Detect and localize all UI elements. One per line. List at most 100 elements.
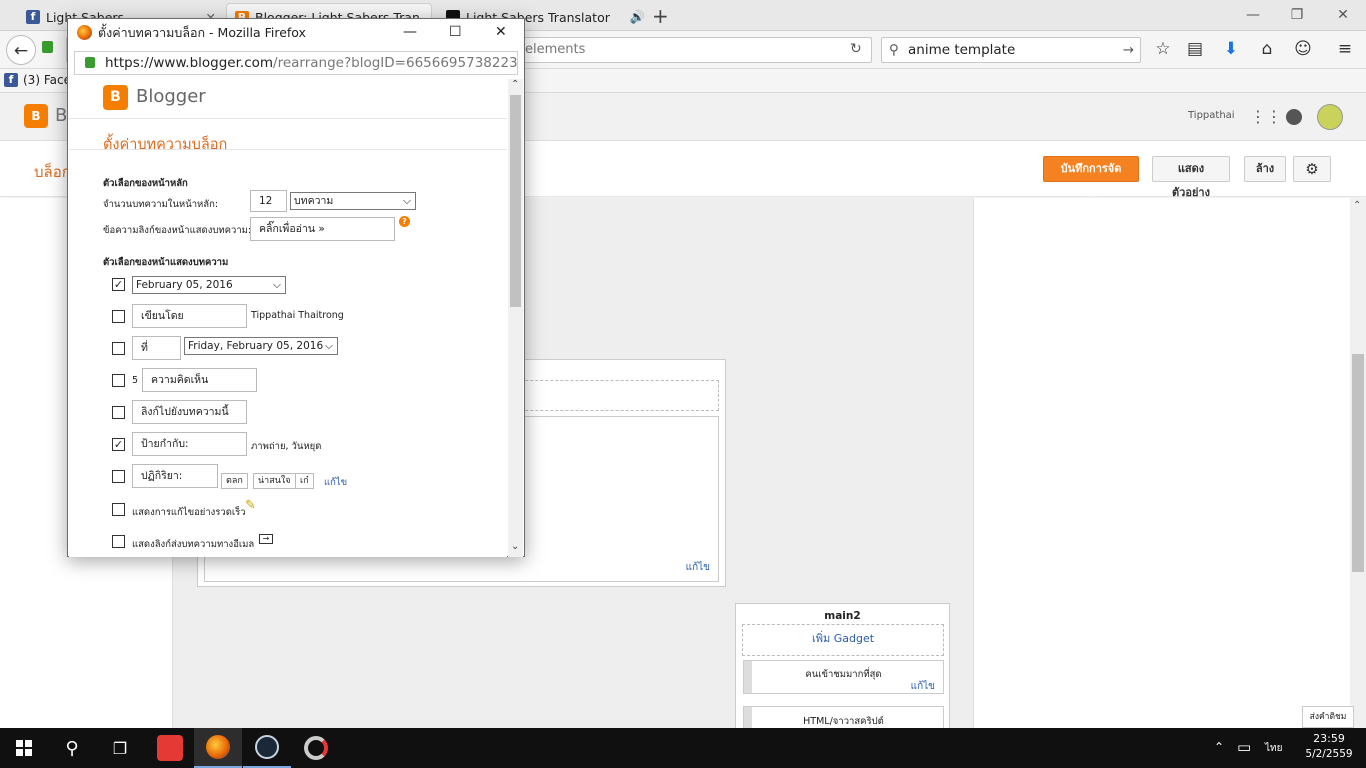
edit-link[interactable]: แก้ไข (686, 560, 710, 575)
section-heading-main: ตัวเลือกของหน้าหลัก (103, 178, 188, 189)
menu-icon[interactable]: ≡ (1330, 34, 1360, 64)
notifications-icon[interactable] (1286, 109, 1302, 125)
date-checkbox[interactable]: ✓ (112, 278, 125, 291)
clock-time[interactable]: 23:59 (1306, 732, 1352, 745)
blogger-logo-text: Blogger (136, 86, 206, 107)
minimize-icon[interactable]: — (1243, 5, 1263, 25)
time-label-input[interactable]: ที่ (132, 336, 181, 360)
back-icon[interactable]: ← (6, 35, 36, 65)
date-format-select[interactable]: February 05, 2016 ⌵ (132, 276, 286, 294)
steam-icon[interactable] (243, 728, 291, 768)
new-tab-icon[interactable]: + (652, 4, 669, 28)
gadget-title: HTML/จาวาสคริปต์ (803, 716, 884, 727)
popup-scrollbar[interactable]: ⌃ ⌄ (508, 79, 523, 557)
chevron-down-icon: ⌵ (273, 279, 281, 291)
search-value: anime template (908, 42, 1016, 58)
blogger-logo-icon[interactable]: B (24, 104, 48, 128)
task-view-icon[interactable]: ❐ (96, 728, 144, 768)
minimize-icon[interactable]: — (403, 19, 417, 46)
firefox-icon (77, 25, 92, 40)
search-input[interactable]: ⚲ anime template → (881, 37, 1141, 63)
settings-popup-window: ตั้งค่าบทความบล็อก - Mozilla Firefox — ☐… (67, 18, 525, 557)
post-link-checkbox[interactable] (112, 406, 125, 419)
popup-titlebar: ตั้งค่าบทความบล็อก - Mozilla Firefox — ☐… (68, 19, 524, 46)
author-checkbox[interactable] (112, 310, 125, 323)
language-indicator[interactable]: ไทย (1265, 741, 1282, 756)
link-text-input[interactable]: คลิ๊กเพื่ออ่าน » (250, 217, 395, 241)
action-center-icon[interactable]: ▭ (1237, 738, 1251, 756)
blog-nav-link[interactable]: บล็อก (34, 160, 71, 184)
author-label-input[interactable]: เขียนโดย (132, 304, 247, 328)
author-name: Tippathai Thaitrong (251, 310, 344, 321)
blogger-logo-icon: B (103, 85, 128, 110)
blogger-logo-text: B (55, 105, 68, 126)
steam-logo (255, 735, 279, 759)
avatar[interactable] (1317, 104, 1343, 130)
close-window-icon[interactable]: ✕ (1333, 5, 1353, 25)
app-tile (157, 735, 183, 761)
clear-button[interactable]: ล้าง (1244, 156, 1286, 182)
firefox-logo (206, 735, 230, 759)
clock-date[interactable]: 5/2/2559 (1300, 748, 1358, 760)
scroll-up-icon[interactable]: ⌃ (511, 79, 519, 90)
scroll-up-icon[interactable]: ⌃ (1353, 200, 1361, 211)
quick-edit-checkbox[interactable] (112, 503, 125, 516)
search-icon[interactable]: ⚲ (48, 728, 96, 768)
gadget-html[interactable]: HTML/จาวาสคริปต์ (743, 706, 944, 730)
search-go-icon[interactable]: → (1123, 38, 1134, 62)
scroll-down-icon[interactable]: ⌄ (511, 541, 519, 552)
windows-start-icon[interactable] (0, 728, 48, 768)
reading-list-icon[interactable]: ▤ (1180, 34, 1210, 64)
select-value: Friday, February 05, 2016 (188, 340, 324, 352)
app-ring-icon[interactable] (292, 728, 340, 768)
comments-label-input[interactable]: ความคิดเห็น (142, 368, 257, 392)
email-icon: → (259, 534, 273, 544)
main2-section: main2 เพิ่ม Gadget คนเข้าชมมากที่สุด แก้… (735, 603, 950, 730)
download-icon[interactable]: ⬇ (1216, 34, 1246, 64)
settings-gear-icon[interactable]: ⚙ (1293, 156, 1331, 182)
chevron-down-icon: ⌵ (325, 340, 333, 352)
posts-unit-select[interactable]: บทความ ⌵ (290, 192, 416, 210)
close-icon[interactable]: ✕ (495, 19, 507, 46)
windows-logo (16, 740, 32, 756)
page-scrollbar[interactable]: ⌃ (1350, 198, 1366, 728)
preview-button[interactable]: แสดงตัวอย่าง (1152, 156, 1230, 199)
save-arrangement-button[interactable]: บันทึกการจัดเรียง (1043, 156, 1139, 199)
posts-count-input[interactable]: 12 (250, 190, 287, 212)
labels-checkbox[interactable]: ✓ (112, 438, 125, 451)
search-icon: ⚲ (889, 42, 899, 58)
gadget-popular-posts[interactable]: คนเข้าชมมากที่สุด แก้ไข (743, 660, 944, 694)
popup-url-bar[interactable]: https://www.blogger.com/rearrange?blogID… (74, 51, 518, 75)
time-format-select[interactable]: Friday, February 05, 2016 ⌵ (184, 337, 338, 355)
reactions-label-input[interactable]: ปฏิกิริยา: (132, 464, 218, 488)
help-icon[interactable]: ? (399, 216, 410, 227)
reload-icon[interactable]: ↻ (850, 41, 862, 57)
post-link-input[interactable]: ลิงก์ไปยังบทความนี้ (132, 400, 247, 424)
smiley-icon[interactable]: ☺ (1288, 34, 1318, 64)
feedback-button[interactable]: ส่งคำติชม (1302, 706, 1354, 728)
restore-icon[interactable]: ❐ (1287, 5, 1307, 25)
speaker-icon[interactable]: 🔊 (630, 9, 644, 25)
comments-checkbox[interactable] (112, 374, 125, 387)
home-icon[interactable]: ⌂ (1252, 34, 1282, 64)
url-path: /rearrange?blogID=66566957382236654 (273, 55, 518, 71)
app-red-icon[interactable] (146, 728, 194, 768)
labels-label-input[interactable]: ป้ายกำกับ: (132, 432, 247, 456)
labels-value: ภาพถ่าย, วันหยุด (251, 441, 322, 452)
scrollbar-thumb[interactable] (510, 95, 521, 307)
maximize-icon[interactable]: ☐ (449, 19, 462, 46)
pencil-icon: ✎ (245, 498, 256, 513)
bookmark-star-icon[interactable]: ☆ (1148, 34, 1178, 64)
reactions-edit-link[interactable]: แก้ไข (324, 475, 347, 490)
firefox-taskbar-icon[interactable] (194, 728, 242, 768)
email-link-checkbox[interactable] (112, 535, 125, 548)
select-value: บทความ (294, 195, 334, 207)
add-gadget-button[interactable]: เพิ่ม Gadget (742, 624, 944, 656)
reactions-checkbox[interactable] (112, 470, 125, 483)
quick-edit-label: แสดงการแก้ไขอย่างรวดเร็ว (132, 507, 246, 518)
edit-link[interactable]: แก้ไข (911, 679, 935, 694)
apps-grid-icon[interactable]: ⋮⋮ (1250, 107, 1282, 126)
scrollbar-thumb[interactable] (1352, 354, 1364, 572)
tray-up-icon[interactable]: ⌃ (1214, 740, 1224, 754)
time-checkbox[interactable] (112, 342, 125, 355)
